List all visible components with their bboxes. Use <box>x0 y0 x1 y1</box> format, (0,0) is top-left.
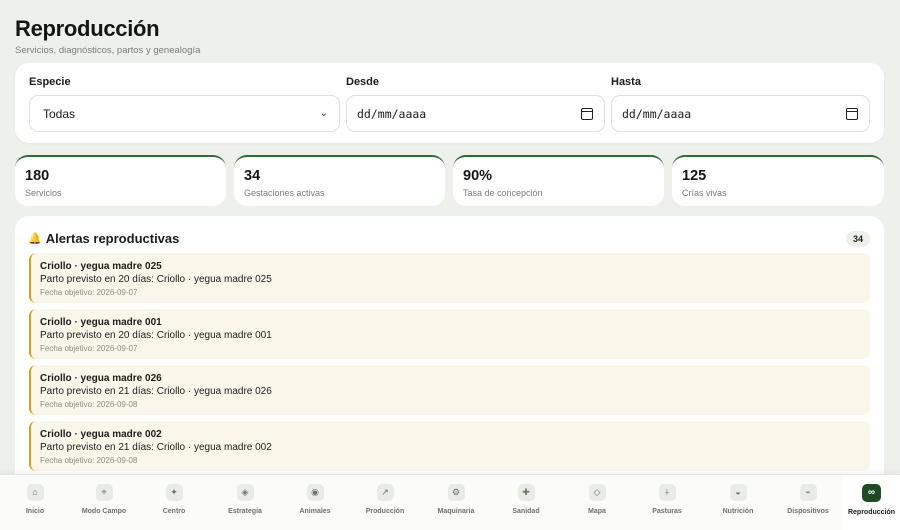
stat-value: 180 <box>25 168 50 184</box>
gear-icon: ⚙ <box>447 484 465 501</box>
nav-label: Estrategia <box>228 508 262 515</box>
nav-item-mapa[interactable]: ◇ Mapa <box>562 475 632 530</box>
hasta-field: Hasta dd/mm/aaaa <box>611 76 870 132</box>
alert-date: Fecha objetivo: 2026-09-08 <box>40 456 138 465</box>
desde-label: Desde <box>346 76 380 88</box>
infinity-icon: ∞ <box>862 484 881 502</box>
nav-item-dispositivos[interactable]: ⌁ Dispositivos <box>773 475 843 530</box>
nav-item-nutricion[interactable]: ◒ Nutrición <box>703 475 773 530</box>
desde-value: dd/mm/aaaa <box>357 106 427 121</box>
alert-title: Criollo · yegua madre 025 <box>40 261 162 272</box>
crosshair-icon: ⌖ <box>95 484 113 501</box>
alerts-header: 🔔 Alertas reproductivas <box>28 231 179 246</box>
hasta-value: dd/mm/aaaa <box>622 106 692 121</box>
stat-label: Tasa de concepción <box>463 188 543 198</box>
page-header: Reproducción Servicios, diagnósticos, pa… <box>15 16 200 56</box>
stat-card-crias: 125 Crías vivas <box>672 155 884 206</box>
alert-title: Criollo · yegua madre 001 <box>40 317 162 328</box>
alert-title: Criollo · yegua madre 026 <box>40 373 162 384</box>
alerts-count-badge: 34 <box>845 231 870 247</box>
stat-label: Servicios <box>25 188 62 198</box>
nav-label: Reproducción <box>847 509 896 516</box>
nav-item-maquinaria[interactable]: ⚙ Maquinaria <box>421 475 491 530</box>
page-title: Reproducción <box>15 16 160 41</box>
hasta-date-input[interactable]: dd/mm/aaaa <box>611 95 870 132</box>
especie-value: Todas <box>43 106 76 121</box>
target-icon: ◉ <box>306 484 324 501</box>
home-icon: ⌂ <box>26 484 44 501</box>
nav-label: Dispositivos <box>787 508 829 515</box>
filters-panel: Especie Todas ⌄ Desde dd/mm/aaaa Hasta d… <box>15 63 884 143</box>
alert-description: Parto previsto en 21 días: Criollo · yeg… <box>40 442 272 453</box>
page-subtitle: Servicios, diagnósticos, partos y geneal… <box>15 45 201 56</box>
diamond-icon: ◈ <box>236 484 254 501</box>
nav-item-centro[interactable]: ✦ Centro <box>139 475 209 530</box>
nav-item-reproduccion[interactable]: ∞ Reproducción <box>843 475 900 530</box>
alert-title: Criollo · yegua madre 002 <box>40 429 162 440</box>
alerts-title: Alertas reproductivas <box>45 231 180 246</box>
stat-card-concepcion: 90% Tasa de concepción <box>453 155 664 206</box>
grass-icon: ⍭ <box>658 484 676 501</box>
stat-value: 125 <box>682 168 707 184</box>
nav-item-modo-campo[interactable]: ⌖ Modo Campo <box>69 475 139 530</box>
arrow-up-right-icon: ↗ <box>376 484 394 501</box>
nav-label: Animales <box>299 508 331 515</box>
nav-item-animales[interactable]: ◉ Animales <box>280 475 350 530</box>
stat-value: 90% <box>463 168 493 184</box>
stat-label: Gestaciones activas <box>244 188 325 198</box>
bottom-nav: ⌂ Inicio ⌖ Modo Campo ✦ Centro ◈ Estrate… <box>0 474 900 530</box>
especie-field: Especie Todas ⌄ <box>29 76 340 132</box>
stat-card-servicios: 180 Servicios <box>15 155 226 206</box>
desde-field: Desde dd/mm/aaaa <box>346 76 605 132</box>
alert-item[interactable]: Criollo · yegua madre 002 Parto previsto… <box>29 421 870 471</box>
nav-label: Sanidad <box>512 508 540 515</box>
nav-label: Producción <box>365 508 405 515</box>
nav-item-inicio[interactable]: ⌂ Inicio <box>0 475 70 530</box>
alert-description: Parto previsto en 20 días: Criollo · yeg… <box>40 274 272 285</box>
desde-date-input[interactable]: dd/mm/aaaa <box>346 95 605 132</box>
nav-label: Maquinaria <box>437 508 475 515</box>
stat-label: Crías vivas <box>682 188 727 198</box>
alert-date: Fecha objetivo: 2026-09-07 <box>40 288 138 297</box>
alert-item[interactable]: Criollo · yegua madre 026 Parto previsto… <box>29 365 870 415</box>
alert-item[interactable]: Criollo · yegua madre 001 Parto previsto… <box>29 309 870 359</box>
nav-item-estrategia[interactable]: ◈ Estrategia <box>210 475 280 530</box>
calendar-icon[interactable] <box>581 107 593 120</box>
alert-description: Parto previsto en 21 días: Criollo · yeg… <box>40 386 272 397</box>
sparkle-icon: ✦ <box>165 484 183 501</box>
stat-card-gestaciones: 34 Gestaciones activas <box>234 155 445 206</box>
bell-icon: 🔔 <box>28 233 42 245</box>
especie-select[interactable]: Todas ⌄ <box>29 95 340 132</box>
alert-item[interactable]: Criollo · yegua madre 025 Parto previsto… <box>29 253 870 303</box>
chevron-down-icon: ⌄ <box>319 108 328 119</box>
especie-label: Especie <box>29 76 71 88</box>
calendar-icon[interactable] <box>846 107 858 120</box>
nav-label: Pasturas <box>652 508 682 515</box>
alert-description: Parto previsto en 20 días: Criollo · yeg… <box>40 330 272 341</box>
nav-label: Inicio <box>25 508 45 515</box>
nav-item-produccion[interactable]: ↗ Producción <box>350 475 420 530</box>
nav-label: Centro <box>162 508 186 515</box>
nav-label: Nutrición <box>722 508 754 515</box>
hasta-label: Hasta <box>611 76 641 88</box>
nav-label: Mapa <box>588 508 606 515</box>
stat-value: 34 <box>244 168 261 184</box>
plus-icon: ✚ <box>517 484 535 501</box>
nav-label: Modo Campo <box>81 508 127 515</box>
map-diamond-icon: ◇ <box>588 484 606 501</box>
alert-date: Fecha objetivo: 2026-09-07 <box>40 344 138 353</box>
nav-item-pasturas[interactable]: ⍭ Pasturas <box>632 475 702 530</box>
bowl-icon: ◒ <box>729 484 747 501</box>
signal-icon: ⌁ <box>799 484 817 501</box>
alert-date: Fecha objetivo: 2026-09-08 <box>40 400 138 409</box>
nav-item-sanidad[interactable]: ✚ Sanidad <box>491 475 561 530</box>
